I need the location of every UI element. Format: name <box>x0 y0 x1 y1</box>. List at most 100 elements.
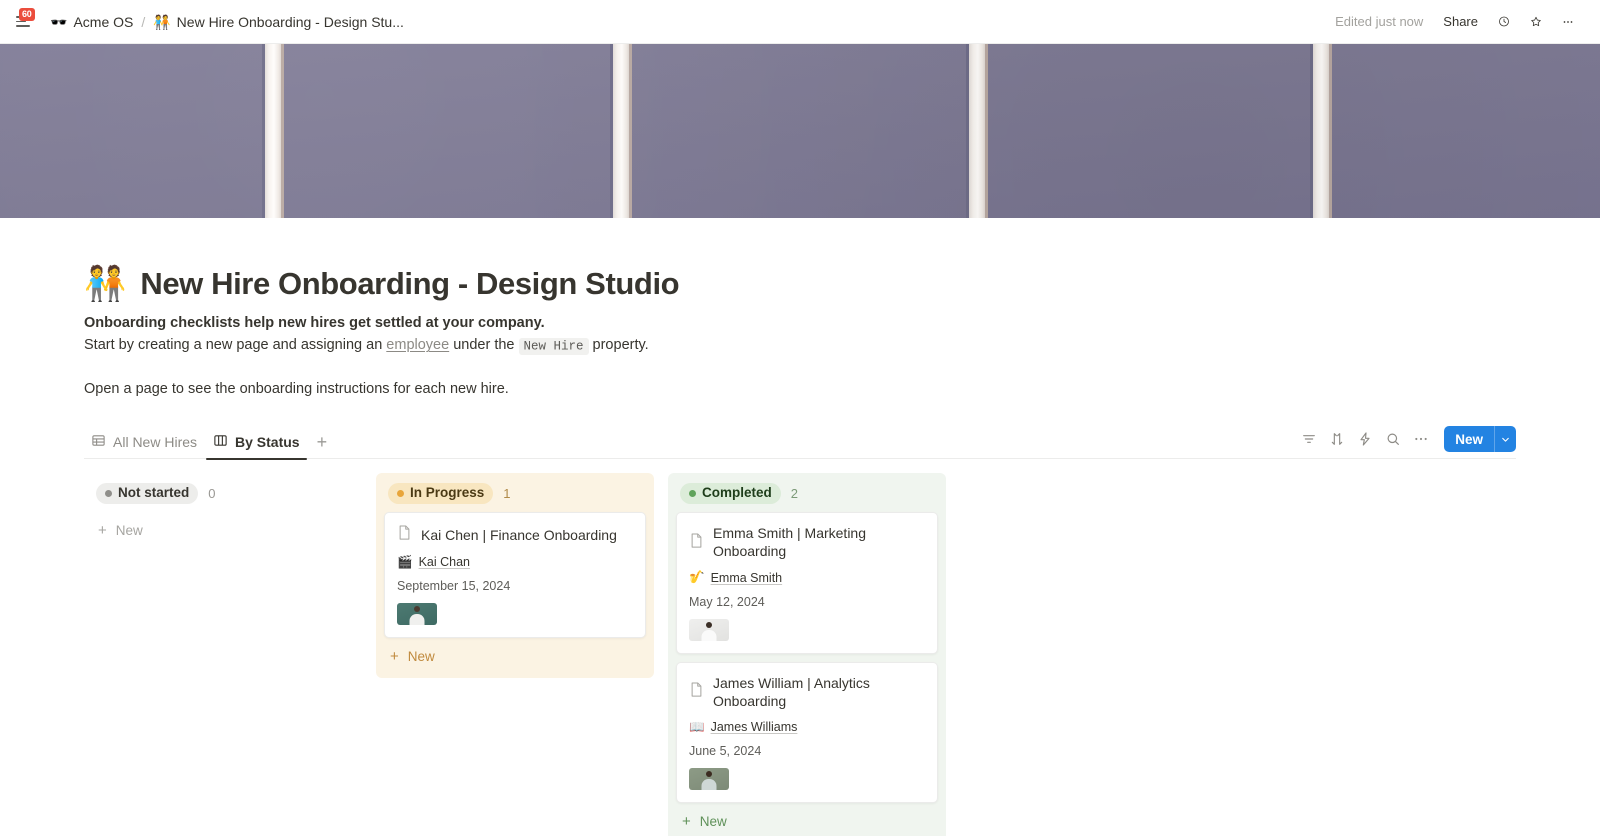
column-cards: Kai Chen | Finance Onboarding 🎬 Kai Chan… <box>376 512 654 639</box>
breadcrumb-workspace-label: Acme OS <box>73 13 134 30</box>
database-view-bar: All New Hires By Status + New <box>84 426 1516 460</box>
card-date: June 5, 2024 <box>689 744 762 758</box>
edited-status: Edited just now <box>1335 14 1424 29</box>
board-card[interactable]: Kai Chen | Finance Onboarding 🎬 Kai Chan… <box>384 512 646 639</box>
board-card[interactable]: James William | Analytics Onboarding 📖 J… <box>676 661 938 803</box>
card-title: Emma Smith | Marketing Onboarding <box>713 525 867 560</box>
card-date: September 15, 2024 <box>397 579 511 594</box>
add-card-button[interactable]: + New <box>668 803 946 836</box>
add-card-label: New <box>115 523 143 539</box>
description-text-b: under the <box>449 337 519 354</box>
top-bar-actions: Edited just now Share <box>1327 9 1582 35</box>
chevron-down-icon[interactable] <box>1494 426 1516 453</box>
employee-link[interactable]: employee <box>386 337 449 353</box>
page-description: Onboarding checklists help new hires get… <box>84 312 1516 400</box>
board-column-in-progress: In Progress 1 Kai Chen | Finance Onboard… <box>376 473 654 679</box>
tab-by-status-label: By Status <box>235 433 300 450</box>
status-label: Completed <box>702 484 772 500</box>
page-document-icon <box>689 681 704 702</box>
add-card-button[interactable]: + New <box>376 638 654 674</box>
description-headline: Onboarding checklists help new hires get… <box>84 315 545 331</box>
tab-by-status[interactable]: By Status <box>206 433 307 460</box>
more-options-icon[interactable] <box>1554 9 1582 35</box>
description-line-2: Start by creating a new page and assigni… <box>84 334 1516 356</box>
sidebar-toggle-button[interactable]: 60 <box>10 7 36 33</box>
board-view-icon <box>213 433 228 451</box>
history-icon[interactable] <box>1490 9 1518 35</box>
page-document-icon <box>689 532 704 553</box>
card-thumbnail <box>689 618 729 641</box>
board-card[interactable]: Emma Smith | Marketing Onboarding 🎷 Emma… <box>676 512 938 654</box>
description-line-3: Open a page to see the onboarding instru… <box>84 380 509 397</box>
card-title-row: Kai Chen | Finance Onboarding <box>397 524 633 545</box>
open-book-emoji: 📖 <box>689 719 705 734</box>
search-icon[interactable] <box>1380 426 1406 452</box>
add-card-button[interactable]: + New <box>84 512 362 548</box>
breadcrumb-separator: / <box>141 13 146 30</box>
new-item-button[interactable]: New <box>1444 426 1516 453</box>
status-badge: In Progress <box>388 483 494 505</box>
page-content: 🧑‍🤝‍🧑 New Hire Onboarding - Design Studi… <box>0 266 1600 836</box>
card-person-name[interactable]: Kai Chan <box>419 555 470 569</box>
status-dot-icon <box>689 489 696 497</box>
breadcrumb-page-label: New Hire Onboarding - Design Stu... <box>176 13 404 30</box>
tab-all-new-hires-label: All New Hires <box>113 433 198 450</box>
column-count: 1 <box>503 486 511 502</box>
sort-icon[interactable] <box>1324 426 1350 452</box>
add-card-label: New <box>407 649 435 665</box>
cover-stripe <box>966 44 988 218</box>
page-title[interactable]: New Hire Onboarding - Design Studio <box>140 266 679 302</box>
cover-stripe <box>262 44 284 218</box>
tab-all-new-hires[interactable]: All New Hires <box>84 433 204 459</box>
card-date: May 12, 2024 <box>689 594 765 609</box>
top-bar: 60 🕶️ Acme OS / 🧑‍🤝‍🧑 New Hire Onboardin… <box>0 0 1600 44</box>
saxophone-emoji: 🎷 <box>689 570 705 585</box>
notification-badge: 60 <box>19 7 35 21</box>
card-person: 🎬 Kai Chan <box>397 555 633 569</box>
clapper-board-emoji: 🎬 <box>397 555 413 570</box>
automation-lightning-icon[interactable] <box>1352 426 1378 452</box>
column-header[interactable]: In Progress 1 <box>376 473 654 512</box>
table-view-icon <box>91 433 106 451</box>
breadcrumb-item-workspace[interactable]: 🕶️ Acme OS <box>44 11 139 33</box>
breadcrumb: 60 🕶️ Acme OS / 🧑‍🤝‍🧑 New Hire Onboardin… <box>10 7 410 33</box>
card-title: Kai Chen | Finance Onboarding <box>421 526 617 543</box>
share-button[interactable]: Share <box>1435 10 1486 33</box>
add-card-label: New <box>699 814 727 829</box>
column-cards: Emma Smith | Marketing Onboarding 🎷 Emma… <box>668 512 946 803</box>
page-document-icon <box>397 524 412 545</box>
plus-icon: + <box>98 522 107 540</box>
description-text-c: property. <box>588 337 649 354</box>
column-count: 2 <box>790 486 798 502</box>
card-title-row: James William | Analytics Onboarding <box>689 674 925 710</box>
people-holding-hands-emoji[interactable]: 🧑‍🤝‍🧑 <box>84 267 126 301</box>
status-dot-icon <box>105 489 112 497</box>
description-text-a: Start by creating a new page and assigni… <box>84 337 387 354</box>
column-count: 0 <box>208 486 216 502</box>
card-thumbnail <box>397 603 437 626</box>
new-item-button-label: New <box>1455 431 1483 447</box>
status-label: In Progress <box>410 484 485 500</box>
view-tabs: All New Hires By Status + <box>84 426 336 460</box>
card-person-name[interactable]: Emma Smith <box>711 571 783 585</box>
cover-stripe <box>1310 44 1332 218</box>
page-cover-image <box>0 44 1600 218</box>
status-label: Not started <box>118 484 190 500</box>
sunglasses-emoji: 🕶️ <box>50 13 68 30</box>
new-hire-code-chip: New Hire <box>518 337 589 355</box>
kanban-board: Not started 0 + New In Progress 1 Kai Ch… <box>84 473 1516 836</box>
card-person: 🎷 Emma Smith <box>689 571 925 585</box>
column-header[interactable]: Not started 0 <box>84 473 362 512</box>
add-view-button[interactable]: + <box>309 433 336 459</box>
filter-icon[interactable] <box>1296 426 1322 452</box>
column-header[interactable]: Completed 2 <box>668 473 946 512</box>
more-options-icon[interactable] <box>1408 426 1434 452</box>
view-actions: New <box>1296 426 1516 458</box>
card-person-name[interactable]: James Williams <box>711 720 798 734</box>
star-icon[interactable] <box>1522 9 1550 35</box>
plus-icon: + <box>682 813 691 830</box>
cover-stripe <box>610 44 632 218</box>
card-thumbnail <box>689 768 729 790</box>
breadcrumb-item-page[interactable]: 🧑‍🤝‍🧑 New Hire Onboarding - Design Stu..… <box>147 11 410 33</box>
